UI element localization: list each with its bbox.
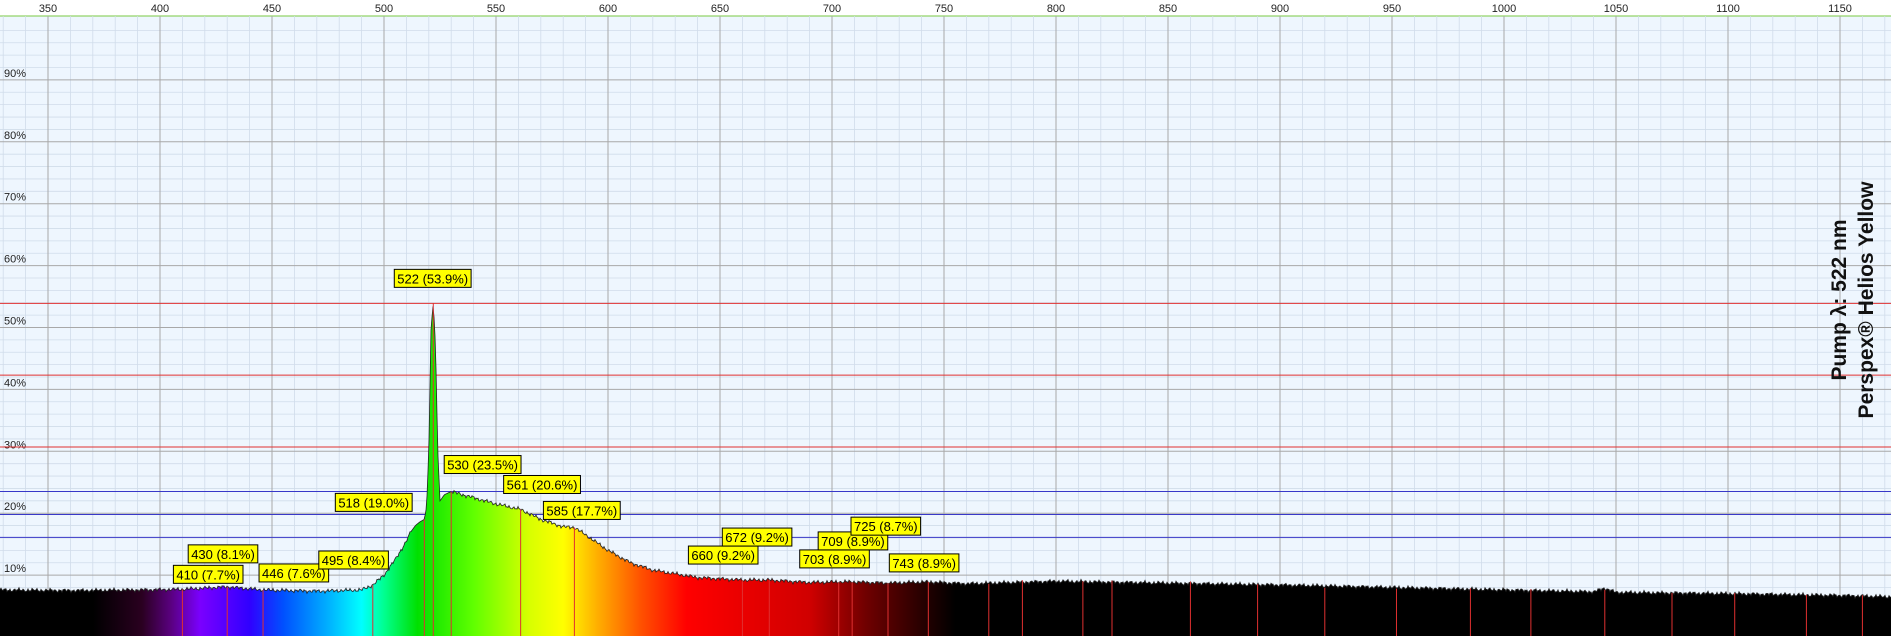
x-tick-label: 650 [711,3,729,15]
peak-label: 446 (7.6%) [258,563,330,583]
peak-label-text: 530 (23.5%) [447,458,518,473]
peak-label: 495 (8.4%) [318,550,389,570]
peak-label-text: 495 (8.4%) [322,553,386,568]
peak-label: 518 (19.0%) [334,492,413,512]
peak-label: 430 (8.1%) [187,544,259,564]
spectrum-chart: 350 400 450 500 550 600 650 700 750 800 850 900 950 1… [0,0,1891,636]
peak-label-text: 672 (9.2%) [725,530,789,545]
peak-label: 703 (8.9%) [799,549,870,569]
peak-label-text: 561 (20.6%) [507,477,578,492]
x-tick-label: 550 [487,3,505,15]
chart-title-line-2: Perspex® Helios Yellow [1855,181,1878,419]
y-tick-label: 20% [4,501,26,513]
peak-label: 410 (7.7%) [172,564,244,584]
peak-label-text: 660 (9.2%) [691,548,755,563]
y-tick-label: 10% [4,563,26,575]
x-tick-label: 950 [1383,3,1401,15]
peak-label-text: 410 (7.7%) [176,567,240,582]
peak-label-text: 725 (8.7%) [854,519,918,534]
y-tick-label: 30% [4,439,26,451]
x-tick-label: 500 [375,3,393,15]
y-tick-label: 70% [4,192,26,204]
peak-label-text: 430 (8.1%) [191,547,255,562]
x-tick-label: 1000 [1492,3,1516,15]
x-tick-label: 350 [39,3,57,15]
peak-label-text: 709 (8.9%) [821,534,885,549]
peak-label: 530 (23.5%) [443,455,522,475]
peak-label: 743 (8.9%) [888,553,960,573]
x-tick-label: 1050 [1604,3,1628,15]
x-tick-label: 700 [823,3,841,15]
peak-label-text: 446 (7.6%) [262,566,326,581]
peak-label: 585 (17.7%) [542,500,621,520]
plot-background [0,16,1891,636]
y-tick-label: 60% [4,254,26,266]
peak-label: 561 (20.6%) [503,474,581,494]
peak-label: 672 (9.2%) [721,527,793,547]
peak-label-text: 518 (19.0%) [338,495,409,510]
peak-label-text: 585 (17.7%) [546,503,617,518]
x-tick-label: 800 [1047,3,1065,15]
peak-label: 725 (8.7%) [850,516,922,536]
peak-label-text: 743 (8.9%) [892,556,956,571]
x-tick-label: 400 [151,3,169,15]
x-tick-label: 1100 [1716,3,1740,15]
y-tick-label: 40% [4,377,26,389]
x-tick-label: 900 [1271,3,1289,15]
y-tick-label: 90% [4,68,26,80]
y-tick-label: 80% [4,130,26,142]
peak-label: 522 (53.9%) [393,268,472,288]
peak-label-text: 703 (8.9%) [803,552,867,567]
y-tick-label: 50% [4,316,26,328]
x-tick-label: 850 [1159,3,1177,15]
x-tick-label: 750 [935,3,953,15]
x-tick-label: 1150 [1828,3,1852,15]
x-tick-label: 600 [599,3,617,15]
peak-label-text: 522 (53.9%) [397,271,468,286]
spectrum-chart-svg: 350 400 450 500 550 600 650 700 750 800 850 900 950 1… [0,0,1891,636]
peak-label: 660 (9.2%) [687,545,759,565]
x-tick-label: 450 [263,3,281,15]
chart-title-line-1: Pump λ: 522 nm [1828,219,1851,380]
